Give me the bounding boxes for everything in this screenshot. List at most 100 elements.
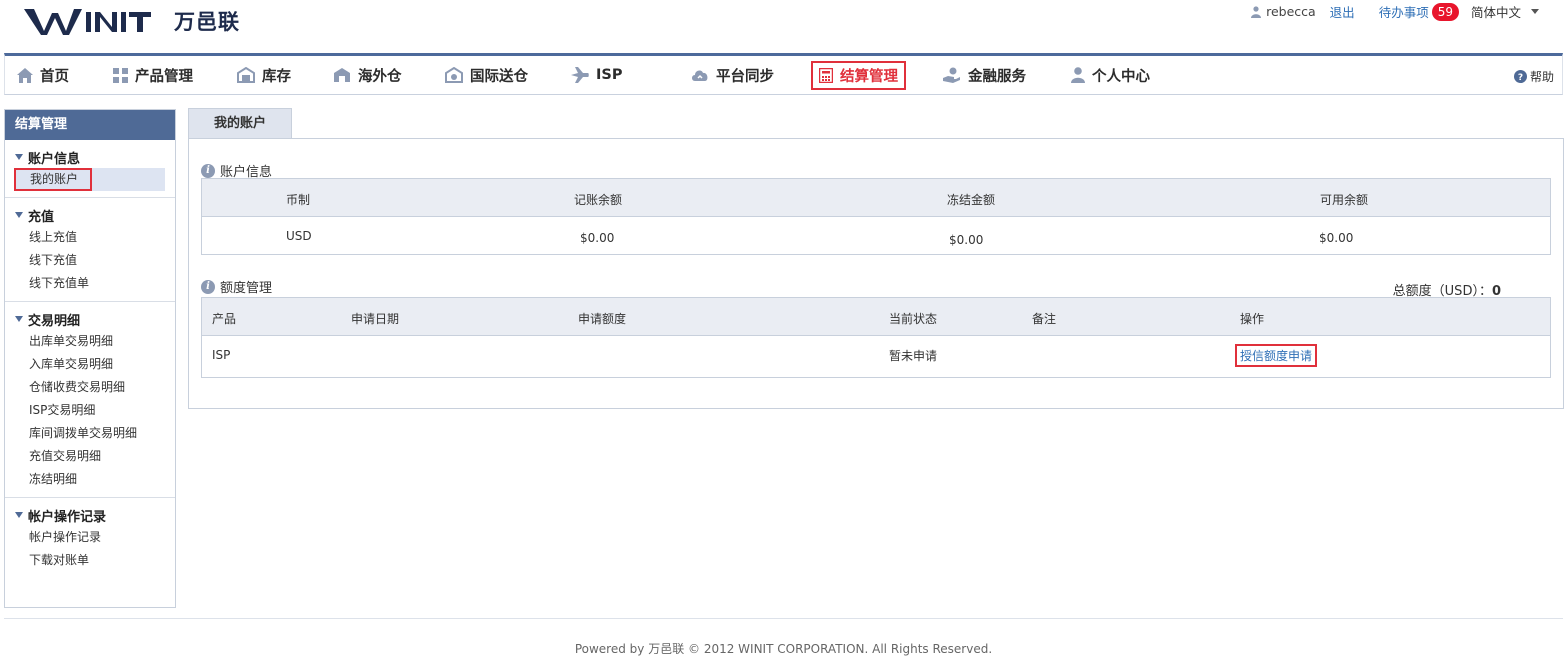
sidebar-item-download-statement[interactable]: 下载对账单 <box>5 549 175 572</box>
person-icon <box>1071 67 1085 83</box>
nav-finance-label: 金融服务 <box>968 68 1026 85</box>
cell-status: 暂未申请 <box>889 349 938 363</box>
todo-link[interactable]: 待办事项 <box>1379 2 1429 21</box>
user-bar: rebecca 退出 待办事项 59 简体中文 <box>1251 2 1539 21</box>
sidebar-item-storage-fee-transactions[interactable]: 仓储收费交易明细 <box>5 376 175 399</box>
nav-personal-center[interactable]: 个人中心 <box>1071 56 1150 94</box>
sidebar-item-isp-transactions[interactable]: ISP交易明细 <box>5 399 175 422</box>
sidebar-item-transfer-transactions[interactable]: 库间调拨单交易明细 <box>5 422 175 445</box>
sidebar-group-head[interactable]: 充值 <box>5 204 175 226</box>
logo-text: 万邑联 <box>174 10 240 34</box>
todo-count-badge[interactable]: 59 <box>1431 2 1459 21</box>
cell-ledger-balance: $0.00 <box>580 231 615 245</box>
nav-product-management[interactable]: 产品管理 <box>113 56 193 94</box>
nav-settlement-management[interactable]: 结算管理 <box>811 61 906 90</box>
sidebar-item-offline-recharge[interactable]: 线下充值 <box>5 249 175 272</box>
help-icon: ? <box>1513 70 1527 83</box>
sidebar-group-recharge: 充值 线上充值 线下充值 线下充值单 <box>5 198 175 302</box>
username: rebecca <box>1266 4 1316 19</box>
col-currency: 币制 <box>286 193 311 207</box>
grid-icon <box>113 67 128 83</box>
credit-table-header: 产品 申请日期 申请额度 当前状态 备注 操作 <box>202 298 1550 336</box>
calculator-icon <box>819 68 833 83</box>
sidebar-item-frozen-details[interactable]: 冻结明细 <box>5 468 175 491</box>
sidebar-group-head[interactable]: 帐户操作记录 <box>5 504 175 526</box>
sidebar-title: 结算管理 <box>5 110 175 140</box>
sidebar-group-head[interactable]: 交易明细 <box>5 308 175 330</box>
cell-currency: USD <box>286 229 312 243</box>
triangle-down-icon <box>15 316 23 322</box>
col-apply-date: 申请日期 <box>351 312 400 326</box>
nav-inventory[interactable]: 库存 <box>237 56 291 94</box>
nav-platform-sync[interactable]: 平台同步 <box>691 56 774 94</box>
nav-product-label: 产品管理 <box>135 68 193 85</box>
nav-overseas-label: 海外仓 <box>358 68 402 85</box>
plane-icon <box>571 67 589 83</box>
svg-text:?: ? <box>1518 73 1523 83</box>
info-icon: i <box>201 163 215 178</box>
table-row: ISP 暂未申请 授信额度申请 <box>202 336 1550 377</box>
finance-icon <box>943 67 960 83</box>
col-ledger-balance: 记账余额 <box>574 193 623 207</box>
sidebar: 结算管理 账户信息 我的账户 充值 线上充值 线下充值 线下充值单 交易明细 出… <box>4 109 176 608</box>
nav-personal-label: 个人中心 <box>1092 68 1150 85</box>
main-nav: 首页 产品管理 库存 海外仓 国际送仓 ISP 平台同步 结算管理 金融服务 个… <box>4 53 1563 95</box>
winit-logo-mark <box>24 9 151 35</box>
apply-credit-limit-link[interactable]: 授信额度申请 <box>1235 344 1318 367</box>
nav-international-label: 国际送仓 <box>470 68 528 85</box>
group-title: 账户信息 <box>28 151 81 167</box>
info-icon: i <box>201 279 215 294</box>
chevron-down-icon[interactable] <box>1531 9 1539 14</box>
nav-platform-sync-label: 平台同步 <box>716 68 774 85</box>
sidebar-item-online-recharge[interactable]: 线上充值 <box>5 226 175 249</box>
tab-my-account[interactable]: 我的账户 <box>188 108 292 138</box>
nav-home-label: 首页 <box>40 68 69 85</box>
warehouse-icon <box>334 68 350 82</box>
group-title: 充值 <box>28 209 55 225</box>
cloud-sync-icon <box>692 70 708 81</box>
sidebar-item-my-account[interactable]: 我的账户 <box>14 168 165 191</box>
nav-overseas-warehouse[interactable]: 海外仓 <box>333 56 402 94</box>
nav-financial-services[interactable]: 金融服务 <box>943 56 1026 94</box>
credit-management-title: i 额度管理 <box>201 277 272 296</box>
triangle-down-icon <box>15 154 23 160</box>
nav-settlement-label: 结算管理 <box>840 69 898 85</box>
cell-available-balance: $0.00 <box>1319 231 1354 245</box>
table-row: USD $0.00 $0.00 $0.00 <box>202 217 1550 255</box>
col-operation: 操作 <box>1240 312 1265 326</box>
header: 万邑联 rebecca 退出 待办事项 59 简体中文 <box>0 0 1567 52</box>
account-panel: i 账户信息 币制 记账余额 冻结金额 可用余额 USD $0.00 $0.00… <box>188 138 1564 409</box>
sidebar-item-recharge-transactions[interactable]: 充值交易明细 <box>5 445 175 468</box>
nav-international-shipping[interactable]: 国际送仓 <box>445 56 528 94</box>
col-frozen-amount: 冻结金额 <box>947 193 996 207</box>
logout-link[interactable]: 退出 <box>1330 2 1355 21</box>
sidebar-item-account-operation-log[interactable]: 帐户操作记录 <box>5 526 175 549</box>
inventory-icon <box>237 67 255 83</box>
sidebar-item-offline-recharge-order[interactable]: 线下充值单 <box>5 272 175 295</box>
nav-home[interactable]: 首页 <box>17 56 69 94</box>
sidebar-item-inbound-transactions[interactable]: 入库单交易明细 <box>5 353 175 376</box>
sidebar-group-transactions: 交易明细 出库单交易明细 入库单交易明细 仓储收费交易明细 ISP交易明细 库间… <box>5 302 175 498</box>
user-icon <box>1251 5 1262 18</box>
group-title: 交易明细 <box>28 313 81 329</box>
cell-frozen-amount: $0.00 <box>949 233 984 247</box>
shipping-icon <box>445 67 463 83</box>
language-select[interactable]: 简体中文 <box>1471 2 1521 21</box>
group-title: 帐户操作记录 <box>28 509 107 525</box>
col-apply-amount: 申请额度 <box>578 312 627 326</box>
col-product: 产品 <box>212 312 237 326</box>
sidebar-item-outbound-transactions[interactable]: 出库单交易明细 <box>5 330 175 353</box>
account-table-header: 币制 记账余额 冻结金额 可用余额 <box>202 179 1550 217</box>
cell-product: ISP <box>212 348 231 362</box>
col-note: 备注 <box>1032 312 1057 326</box>
triangle-down-icon <box>15 212 23 218</box>
logo[interactable]: 万邑联 <box>22 4 240 38</box>
footer-copyright: Powered by 万邑联 © 2012 WINIT CORPORATION.… <box>574 642 993 656</box>
section-title-text: 额度管理 <box>220 281 273 296</box>
sidebar-group-head[interactable]: 账户信息 <box>5 146 175 168</box>
nav-isp[interactable]: ISP <box>571 56 622 94</box>
help-link[interactable]: ? 帮助 <box>1513 68 1554 85</box>
nav-isp-label: ISP <box>596 67 623 83</box>
nav-inventory-label: 库存 <box>262 68 291 85</box>
home-icon <box>17 67 33 83</box>
